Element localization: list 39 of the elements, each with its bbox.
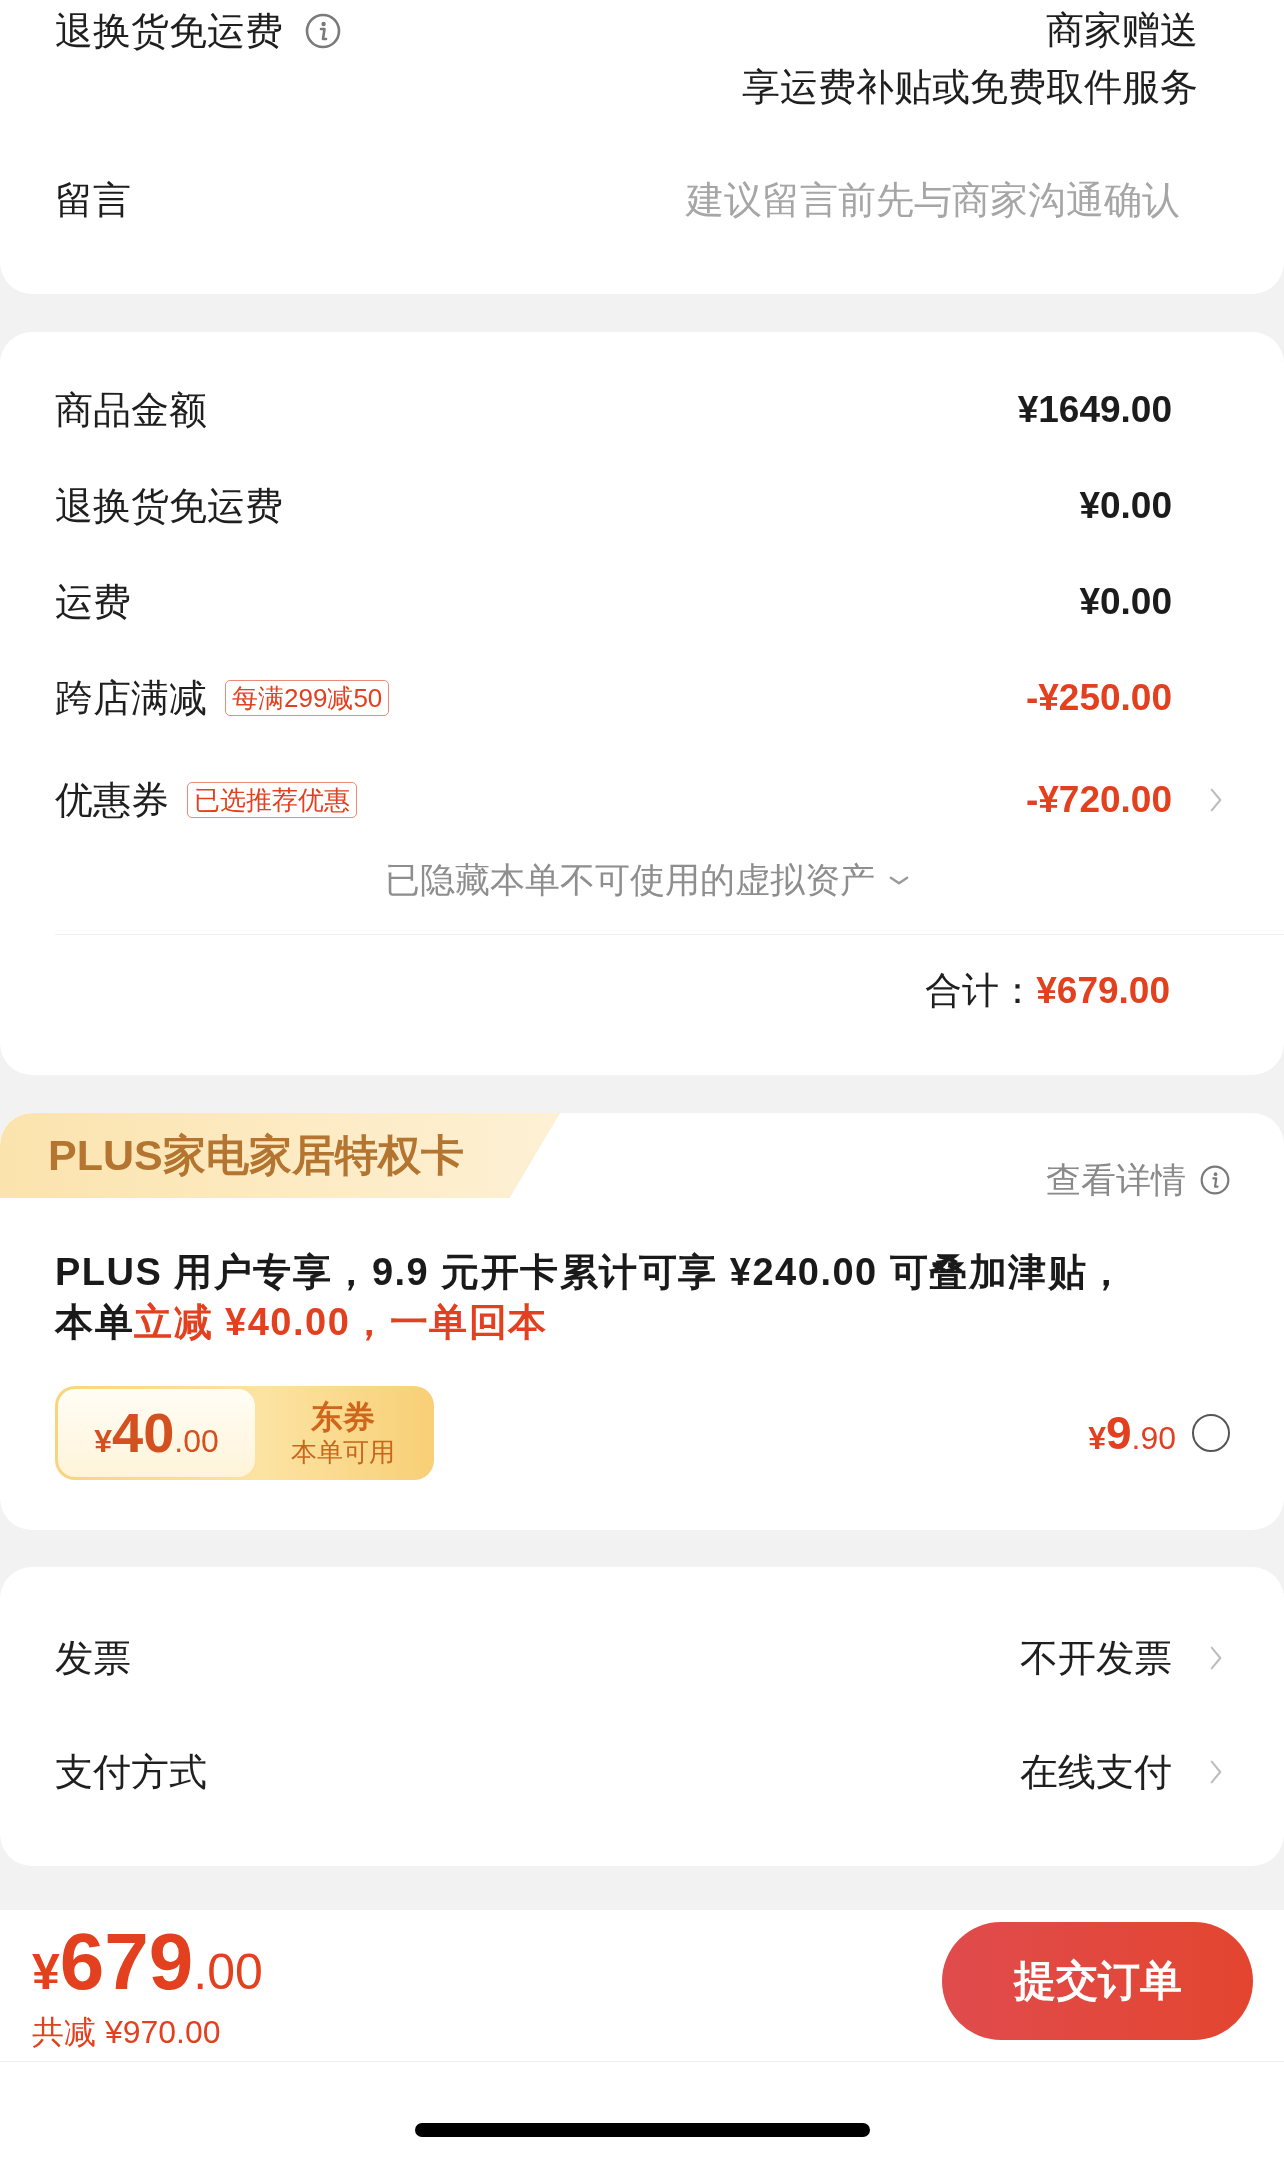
row-label: 支付方式 [55,1750,207,1795]
row-label: 优惠券 [55,778,169,823]
order-total: ¥679.00 [32,1920,263,2004]
info-icon[interactable] [305,12,341,49]
row-label: 发票 [55,1636,131,1681]
row-label: 退换货免运费 [55,484,283,529]
row-label: 跨店满减 [55,676,207,721]
amount-value: ¥0.00 [1079,485,1172,527]
row-label: 商品金额 [55,388,207,433]
amount-value: ¥1649.00 [1017,389,1172,431]
message-input[interactable]: 建议留言前先与商家沟通确认 [540,172,1180,228]
service-text: 享运费补贴或免费取件服务 [742,65,1198,110]
total-label: 合计： [925,969,1037,1013]
coupon-value: ¥40.00 [58,1389,255,1477]
promo-tag: 已选推荐优惠 [187,782,357,818]
savings-text: 共减 ¥970.00 [32,2013,221,2052]
option-value[interactable]: 不开发票 [1020,1632,1172,1684]
card-price: ¥9.90 [1088,1406,1176,1460]
coupon-note: 本单可用 [291,1436,395,1468]
row-label: 运费 [55,580,131,625]
row-label: 退换货免运费 [55,8,283,54]
plus-card-title: PLUS家电家居特权卡 [48,1129,464,1181]
chevron-right-icon [1210,1759,1222,1785]
chevron-right-icon [1210,1645,1222,1671]
submit-order-button[interactable]: 提交订单 [942,1922,1253,2040]
amount-value: -¥720.00 [1025,779,1172,821]
service-text: 商家赠送 [1046,8,1198,53]
details-link[interactable]: 查看详情 [1046,1158,1186,1202]
amount-value: -¥250.00 [1025,677,1172,719]
promo-tag: 每满299减50 [225,680,390,716]
plus-offer-text: PLUS 用户专享，9.9 元开卡累计可享 ¥240.00 可叠加津贴， 本单立减 ¥40.00，一单回本 [55,1250,1127,1345]
hidden-assets-toggle[interactable]: 已隐藏本单不可使用的虚拟资产 [385,856,909,904]
radio-button[interactable] [1192,1414,1230,1452]
total-amount: ¥679.00 [1036,970,1170,1012]
row-label: 留言 [55,178,131,223]
amount-value: ¥0.00 [1079,581,1172,623]
info-icon[interactable] [1200,1165,1230,1195]
option-value[interactable]: 在线支付 [1020,1746,1172,1798]
coupon-name: 东券 [311,1398,375,1436]
